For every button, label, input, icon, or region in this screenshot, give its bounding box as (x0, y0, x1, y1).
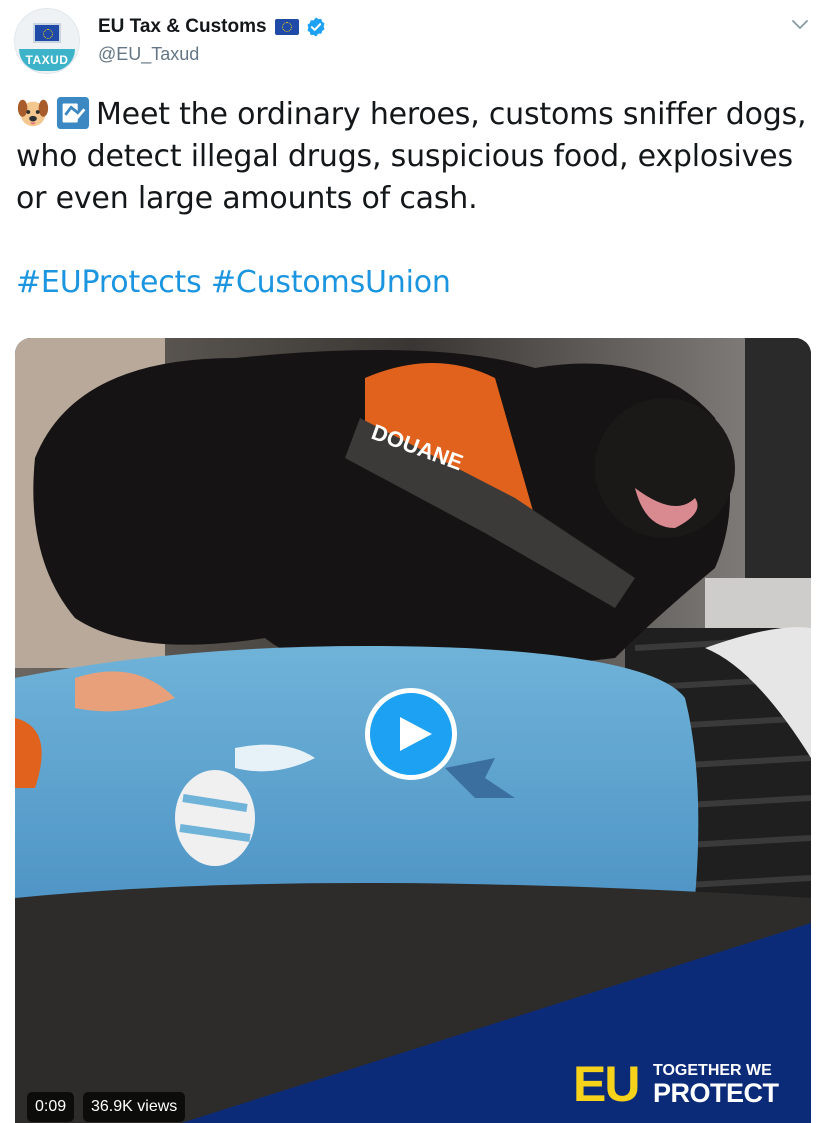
hashtag-customsunion[interactable]: #CustomsUnion (211, 265, 451, 300)
view-count-badge: 36.9K views (83, 1092, 186, 1122)
eu-flag-icon (33, 23, 61, 43)
play-button[interactable] (365, 688, 457, 780)
hashtags: #EUProtects #CustomsUnion (16, 262, 451, 304)
hashtag-euprotects[interactable]: #EUProtects (16, 265, 202, 300)
eu-together-we-protect-logo: EU TOGETHER WE PROTECT (573, 1056, 793, 1112)
account-handle[interactable]: @EU_Taxud (98, 44, 199, 65)
brand-line2: PROTECT (653, 1078, 779, 1108)
display-name[interactable]: EU Tax & Customs (98, 16, 327, 38)
video-player[interactable]: DOUANE EU TOGETHER WE PROTECT 0:09 36.9K… (15, 338, 811, 1123)
verified-badge-icon (307, 17, 325, 37)
eu-flag-emoji-icon (274, 19, 299, 35)
play-icon (400, 717, 432, 751)
tweet-text: Meet the ordinary heroes, customs sniffe… (16, 94, 811, 220)
customs-icon (56, 96, 90, 130)
tweet-text-body: Meet the ordinary heroes, customs sniffe… (16, 97, 807, 216)
chevron-down-icon[interactable] (790, 18, 810, 32)
dog-face-icon (17, 99, 49, 127)
avatar-tag: TAXUD (19, 49, 75, 71)
video-time-badge: 0:09 (27, 1092, 75, 1122)
brand-mark: EU (573, 1056, 640, 1112)
tweet-card: TAXUD EU Tax & Customs @EU_Taxud Meet th… (0, 0, 826, 1123)
avatar[interactable]: TAXUD (14, 8, 80, 74)
display-name-text[interactable]: EU Tax & Customs (98, 16, 267, 38)
